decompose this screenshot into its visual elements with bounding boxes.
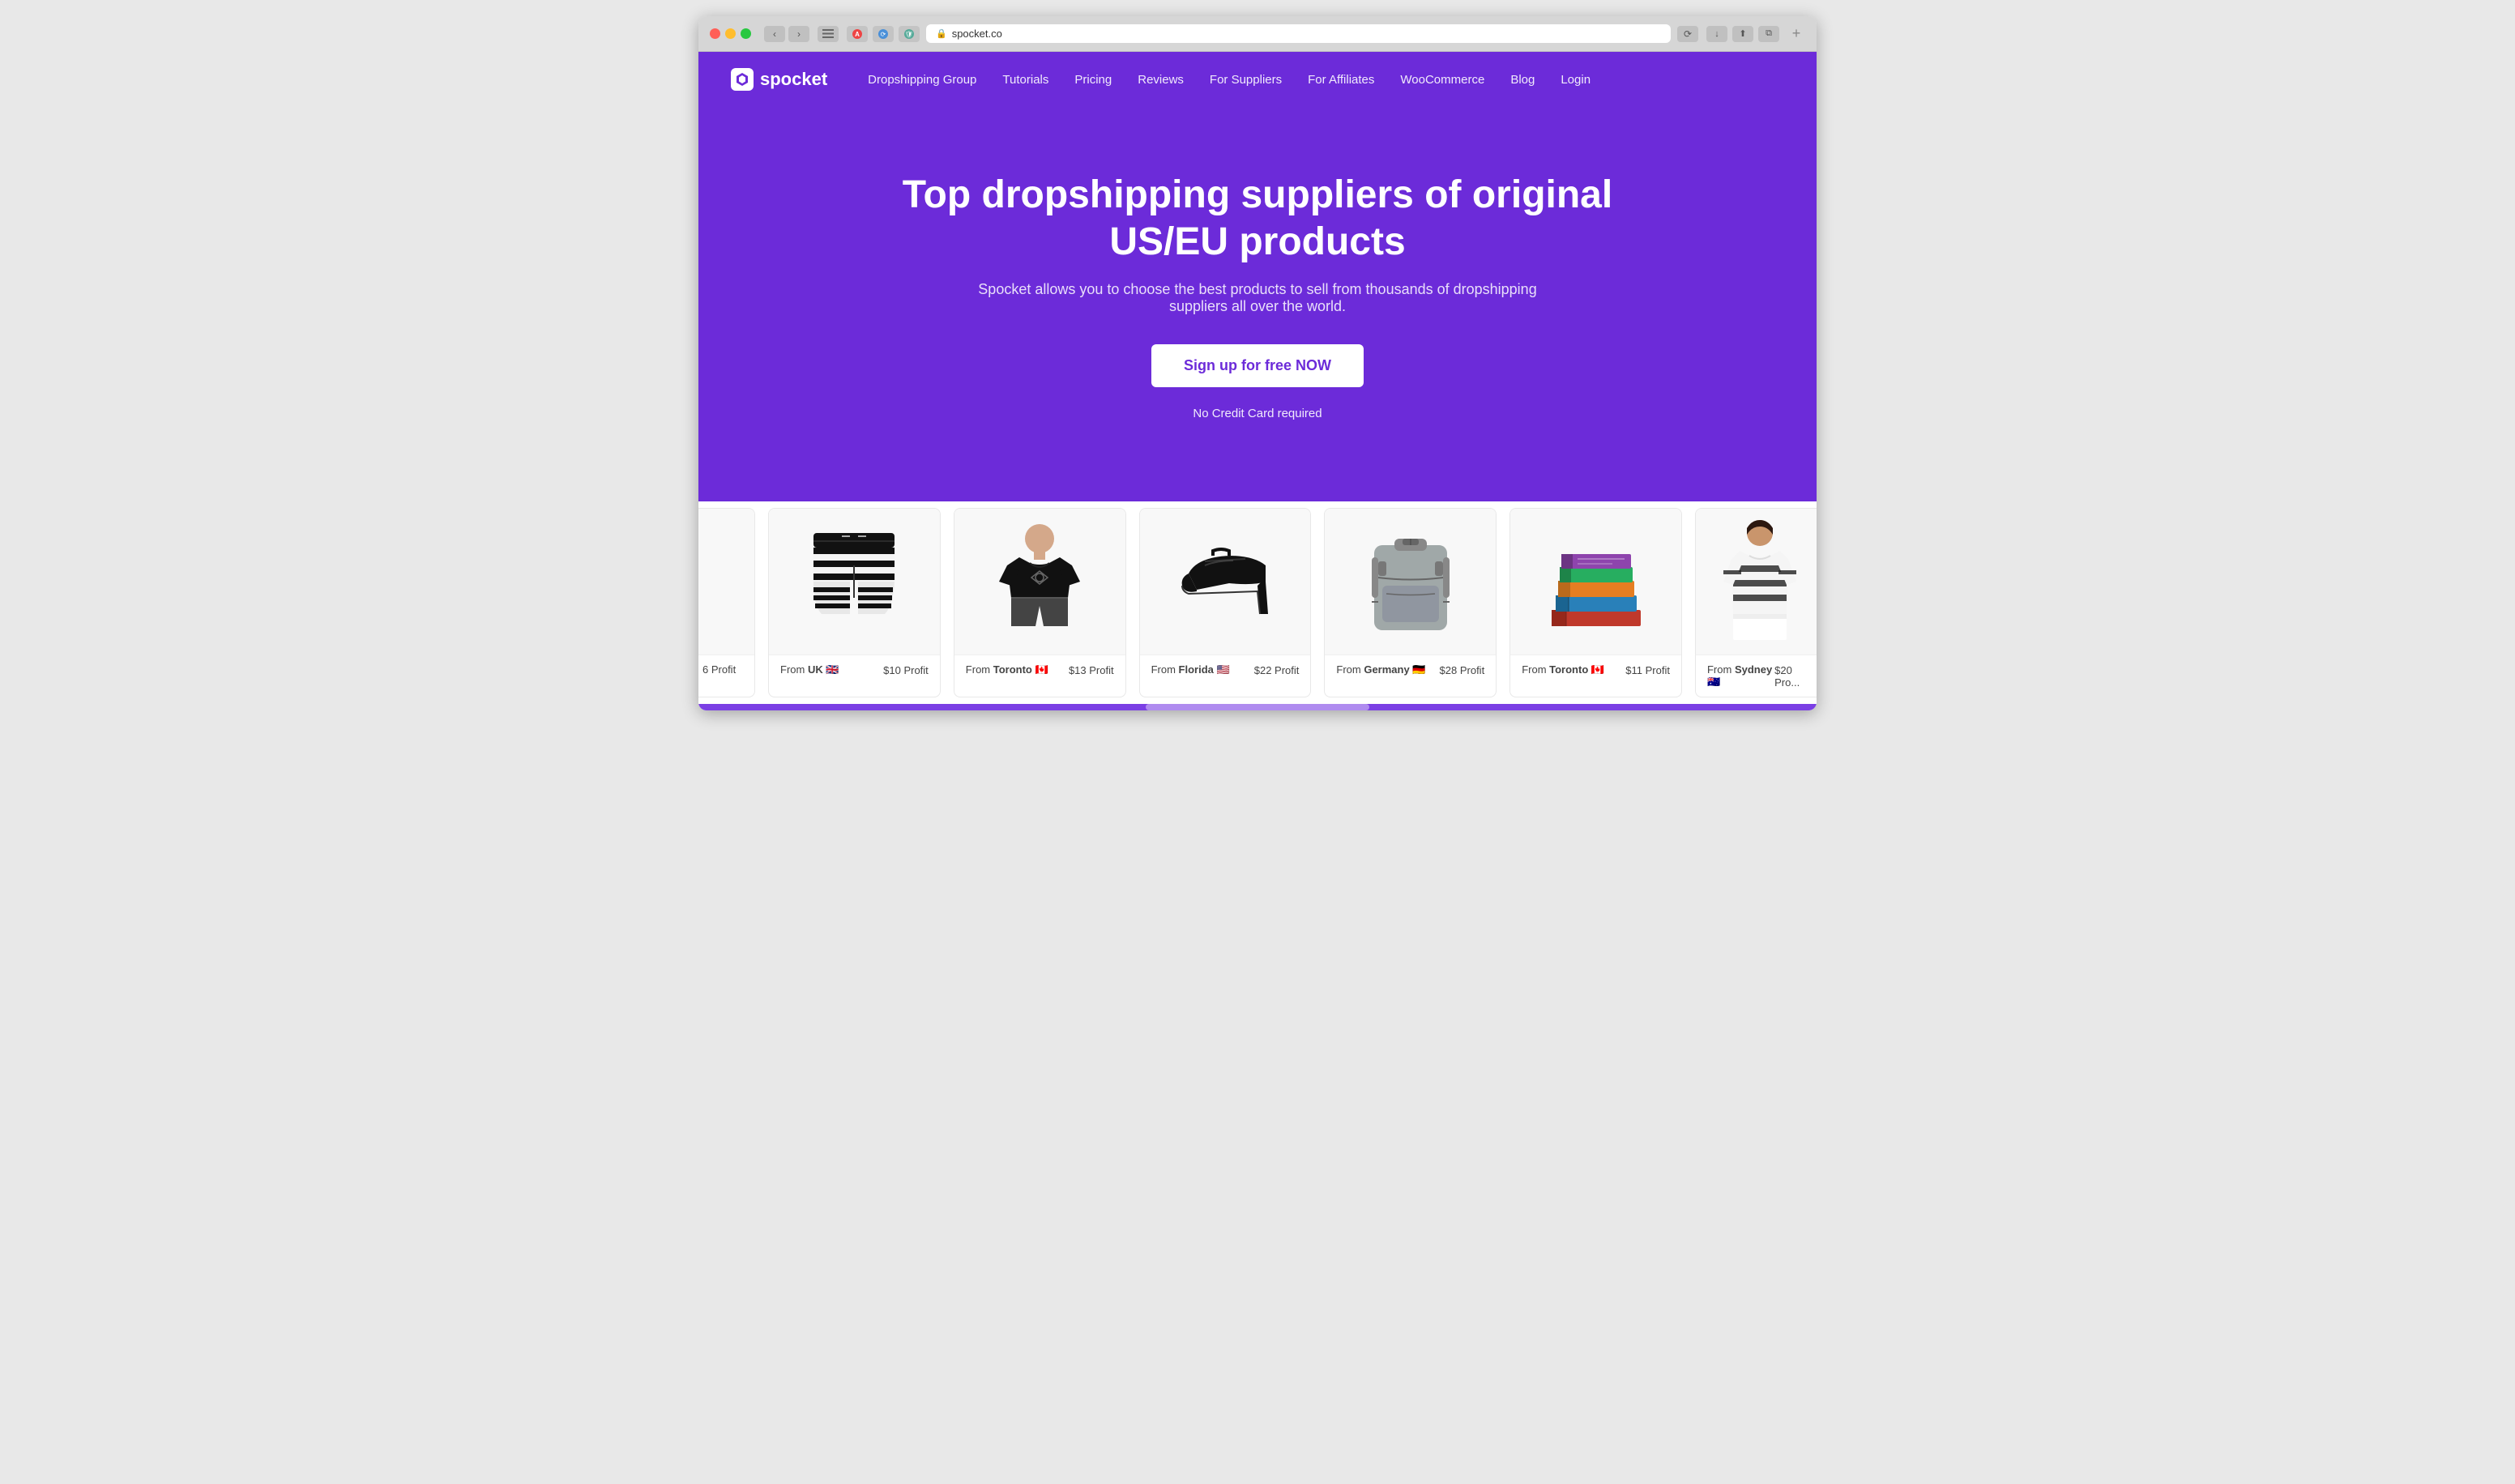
browser-window: ‹ › A ⟳ 🛡 🔒 xyxy=(698,16,1817,710)
product-location-backpack: From Germany 🇩🇪 xyxy=(1336,663,1425,676)
maximize-button[interactable] xyxy=(741,28,751,39)
url-text: spocket.co xyxy=(952,28,1002,40)
product-profit-partial: 6 Profit xyxy=(702,663,736,676)
svg-text:A: A xyxy=(855,31,860,38)
extension-icon-3[interactable]: 🛡 xyxy=(899,26,920,42)
nav-link-for-suppliers[interactable]: For Suppliers xyxy=(1210,73,1282,87)
product-image-books xyxy=(1510,509,1681,655)
downloads-button[interactable]: ↓ xyxy=(1706,26,1727,42)
product-profit-heels: $22 Profit xyxy=(1254,664,1300,676)
nav-link-login[interactable]: Login xyxy=(1561,73,1591,87)
product-card-cardigan[interactable]: From Sydney 🇦🇺 $20 Pro... xyxy=(1695,508,1817,697)
nav-link-tutorials[interactable]: Tutorials xyxy=(1002,73,1048,87)
nav-links: Dropshipping Group Tutorials Pricing Rev… xyxy=(868,73,1784,87)
product-card-backpack[interactable]: From Germany 🇩🇪 $28 Profit xyxy=(1324,508,1497,697)
product-location-heels: From Florida 🇺🇸 xyxy=(1151,663,1230,676)
nav-link-for-affiliates[interactable]: For Affiliates xyxy=(1308,73,1374,87)
product-profit-cardigan: $20 Pro... xyxy=(1774,664,1813,689)
product-card-heels[interactable]: From Florida 🇺🇸 $22 Profit xyxy=(1139,508,1312,697)
product-profit-books: $11 Profit xyxy=(1625,664,1670,676)
product-footer-heels: From Florida 🇺🇸 $22 Profit xyxy=(1140,655,1311,684)
product-footer-cardigan: From Sydney 🇦🇺 $20 Pro... xyxy=(1696,655,1817,697)
product-footer-partial: 6 Profit xyxy=(698,655,754,684)
products-section: 6 Profit xyxy=(698,501,1817,710)
cardigan-svg xyxy=(1715,517,1804,646)
site-navigation: spocket Dropshipping Group Tutorials Pri… xyxy=(698,52,1817,107)
nav-link-woocommerce[interactable]: WooCommerce xyxy=(1400,73,1484,87)
shorts-svg xyxy=(805,525,903,638)
books-svg xyxy=(1544,525,1649,638)
share-button[interactable]: ⬆ xyxy=(1732,26,1753,42)
product-profit-shorts: $10 Profit xyxy=(883,664,929,676)
product-card-tshirt[interactable]: From Toronto 🇨🇦 $13 Profit xyxy=(954,508,1126,697)
extension-icons: A ⟳ 🛡 xyxy=(847,26,920,42)
tshirt-svg xyxy=(991,521,1088,642)
nav-link-dropshipping-group[interactable]: Dropshipping Group xyxy=(868,73,976,87)
site-logo[interactable]: spocket xyxy=(731,68,827,91)
logo-text: spocket xyxy=(760,69,827,90)
product-footer-tshirt: From Toronto 🇨🇦 $13 Profit xyxy=(954,655,1125,684)
product-image-heels xyxy=(1140,509,1311,655)
product-image-partial xyxy=(698,509,754,655)
no-credit-card-text: No Credit Card required xyxy=(1193,407,1322,420)
nav-link-blog[interactable]: Blog xyxy=(1510,73,1535,87)
tabs-button[interactable]: ⧉ xyxy=(1758,26,1779,42)
extension-icon-2[interactable]: ⟳ xyxy=(873,26,894,42)
products-grid: 6 Profit xyxy=(698,501,1817,704)
svg-text:🛡: 🛡 xyxy=(905,31,913,38)
address-bar-area: A ⟳ 🛡 🔒 spocket.co ⟳ xyxy=(847,24,1698,43)
nav-link-pricing[interactable]: Pricing xyxy=(1074,73,1112,87)
heels-svg xyxy=(1172,525,1278,638)
hero-subtitle: Spocket allows you to choose the best pr… xyxy=(974,281,1541,315)
hero-section: Top dropshipping suppliers of original U… xyxy=(698,107,1817,501)
product-card-partial-left: 6 Profit xyxy=(698,508,755,697)
scrollbar-area xyxy=(698,704,1817,710)
nav-link-reviews[interactable]: Reviews xyxy=(1138,73,1184,87)
hero-title: Top dropshipping suppliers of original U… xyxy=(893,172,1622,265)
minimize-button[interactable] xyxy=(725,28,736,39)
website-content: spocket Dropshipping Group Tutorials Pri… xyxy=(698,52,1817,710)
product-location-tshirt: From Toronto 🇨🇦 xyxy=(966,663,1048,676)
backpack-svg xyxy=(1362,521,1459,642)
product-location-books: From Toronto 🇨🇦 xyxy=(1522,663,1604,676)
product-image-tshirt xyxy=(954,509,1125,655)
product-image-shorts xyxy=(769,509,940,655)
traffic-lights xyxy=(710,28,751,39)
product-footer-books: From Toronto 🇨🇦 $11 Profit xyxy=(1510,655,1681,684)
adblock-icon[interactable]: A xyxy=(847,26,868,42)
browser-titlebar: ‹ › A ⟳ 🛡 🔒 xyxy=(698,16,1817,52)
product-card-books[interactable]: From Toronto 🇨🇦 $11 Profit xyxy=(1509,508,1682,697)
signup-cta-button[interactable]: Sign up for free NOW xyxy=(1151,344,1364,387)
product-location-shorts: From UK 🇬🇧 xyxy=(780,663,839,676)
scrollbar-thumb[interactable] xyxy=(1146,704,1369,710)
product-image-cardigan xyxy=(1696,509,1817,655)
product-profit-tshirt: $13 Profit xyxy=(1069,664,1114,676)
logo-icon xyxy=(731,68,754,91)
product-footer-backpack: From Germany 🇩🇪 $28 Profit xyxy=(1325,655,1496,684)
close-button[interactable] xyxy=(710,28,720,39)
sidebar-toggle-button[interactable] xyxy=(818,26,839,42)
forward-button[interactable]: › xyxy=(788,26,809,42)
svg-text:⟳: ⟳ xyxy=(881,31,886,38)
lock-icon: 🔒 xyxy=(936,28,947,39)
product-footer-shorts: From UK 🇬🇧 $10 Profit xyxy=(769,655,940,684)
browser-nav-buttons: ‹ › xyxy=(764,26,809,42)
product-image-backpack xyxy=(1325,509,1496,655)
address-bar[interactable]: 🔒 spocket.co xyxy=(926,24,1671,43)
product-profit-backpack: $28 Profit xyxy=(1440,664,1485,676)
product-card-shorts[interactable]: From UK 🇬🇧 $10 Profit xyxy=(768,508,941,697)
new-tab-button[interactable]: + xyxy=(1787,25,1805,43)
product-location-cardigan: From Sydney 🇦🇺 xyxy=(1707,663,1774,689)
reload-button[interactable]: ⟳ xyxy=(1677,26,1698,42)
back-button[interactable]: ‹ xyxy=(764,26,785,42)
browser-right-controls: ↓ ⬆ ⧉ xyxy=(1706,26,1779,42)
